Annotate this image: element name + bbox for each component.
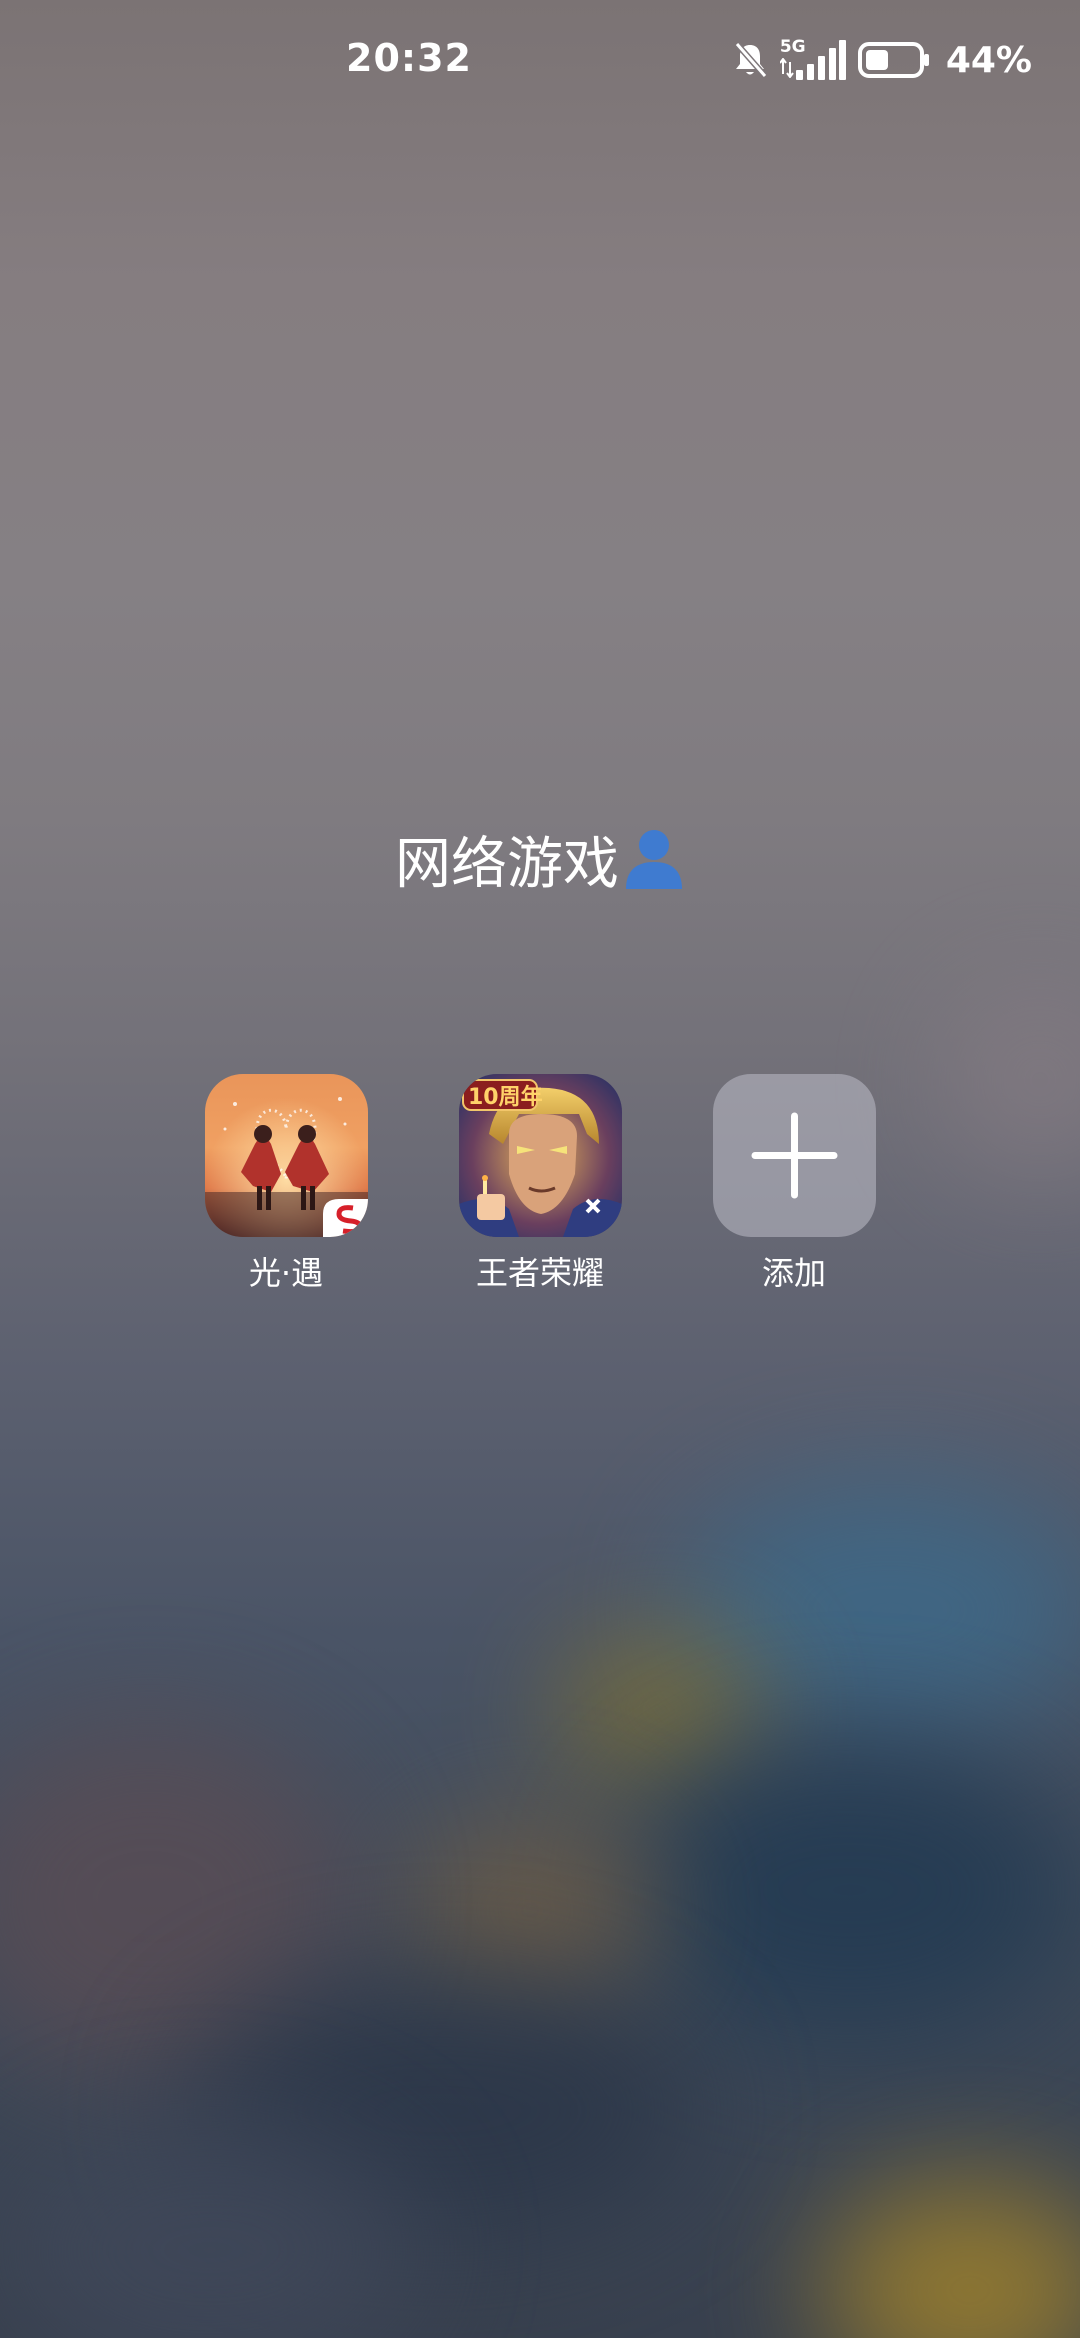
home-screen-folder-view: 20:32 5G 44% 网络游戏 光·遇 10周年 王者荣耀 添加 — [0, 0, 1080, 2338]
bell-off-icon — [734, 42, 768, 78]
app-label: 添加 — [761, 1254, 826, 1292]
add-icon[interactable] — [712, 1074, 876, 1237]
honor-of-kings-app-icon[interactable]: 10周年 — [458, 1074, 622, 1237]
folder-title-row[interactable]: 网络游戏 — [0, 825, 1080, 905]
app-sky[interactable]: 光·遇 — [176, 1074, 396, 1295]
battery-percentage: 44% — [945, 39, 1032, 81]
battery-icon — [857, 42, 929, 78]
wallpaper-blur — [940, 980, 1080, 1180]
folder-title[interactable]: 网络游戏 — [395, 832, 619, 897]
status-time: 20:32 — [346, 36, 472, 80]
status-bar: 20:32 5G 44% — [0, 0, 1080, 120]
wallpaper-blur — [620, 1740, 1080, 2040]
status-icons: 5G 44% — [732, 38, 1032, 82]
add-app-button[interactable]: 添加 — [684, 1074, 904, 1295]
cellular-signal-icon: 5G — [779, 38, 846, 80]
sky-app-icon[interactable] — [204, 1074, 368, 1237]
anniversary-badge: 10周年 — [468, 1084, 543, 1110]
app-label: 王者荣耀 — [475, 1254, 604, 1292]
person-icon — [626, 830, 682, 889]
data-arrows-icon — [779, 58, 794, 78]
wallpaper-blur — [400, 1820, 660, 2000]
signal-bars-icon — [795, 40, 846, 80]
app-honor-of-kings[interactable]: 10周年 王者荣耀 — [430, 1074, 650, 1295]
wallpaper-blur — [820, 2180, 1080, 2338]
wallpaper-blur — [560, 1640, 760, 1780]
app-label: 光·遇 — [248, 1254, 324, 1292]
